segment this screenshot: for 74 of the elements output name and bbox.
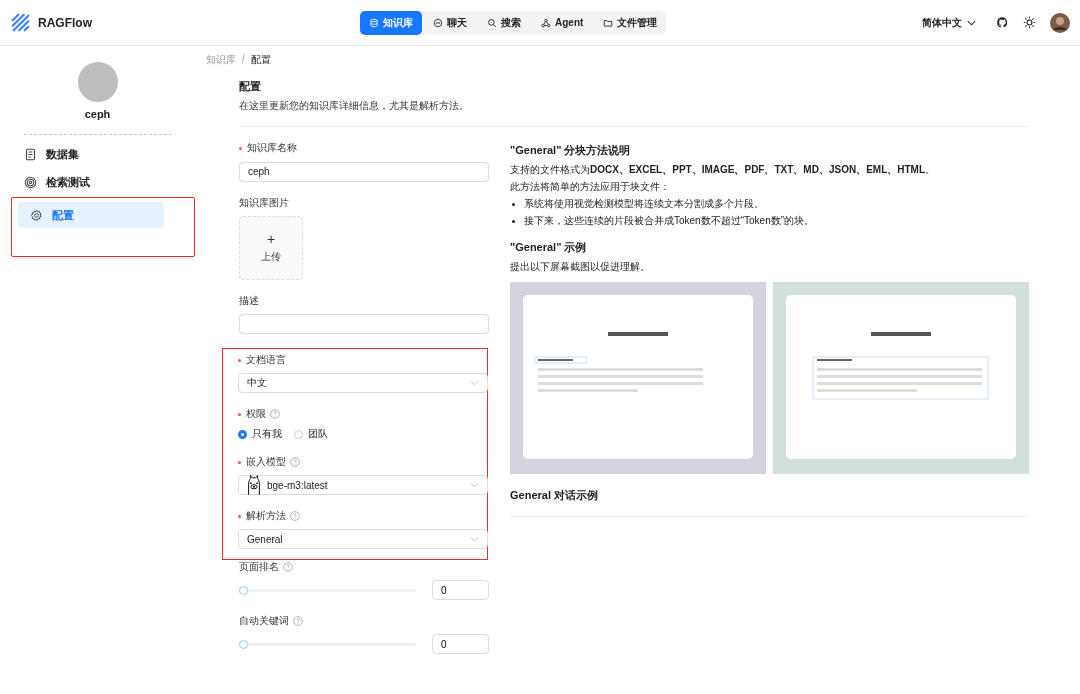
chevron-down-icon bbox=[470, 380, 479, 386]
required-mark-icon bbox=[238, 460, 241, 464]
nav-tab[interactable]: 文件管理 bbox=[594, 10, 667, 35]
llama-icon bbox=[245, 474, 263, 496]
required-mark-icon bbox=[238, 412, 241, 416]
nav-tab[interactable]: Agent bbox=[532, 10, 593, 35]
page-subtitle: 在这里更新您的知识库详细信息，尤其是解析方法。 bbox=[239, 99, 470, 113]
theme-sun-icon[interactable] bbox=[1023, 16, 1036, 29]
radio-option[interactable]: 只有我 bbox=[238, 427, 282, 441]
app-name: RAGFlow bbox=[38, 15, 92, 30]
page-title: 配置 bbox=[239, 79, 262, 94]
bullet-text: 系统将使用视觉检测模型将连续文本分割成多个片段。 bbox=[524, 197, 764, 211]
breadcrumb-separator: / bbox=[242, 53, 245, 66]
settings-icon bbox=[29, 208, 43, 222]
select-field[interactable]: bge-m3:latest bbox=[238, 475, 488, 495]
help-icon[interactable] bbox=[270, 409, 280, 419]
field-label: 知识库图片 bbox=[239, 195, 289, 210]
bullet-icon bbox=[512, 202, 515, 206]
text-field[interactable]: ceph bbox=[239, 161, 489, 182]
logo-icon bbox=[10, 11, 32, 34]
dataset-avatar bbox=[77, 62, 118, 102]
user-avatar[interactable] bbox=[1050, 12, 1070, 33]
radio-option[interactable]: 团队 bbox=[294, 427, 328, 441]
help-icon[interactable] bbox=[290, 511, 300, 521]
section-heading: "General" 分块方法说明 bbox=[510, 143, 632, 158]
method-text: 此方法将简单的方法应用于块文件： bbox=[510, 180, 671, 194]
select-field[interactable]: General bbox=[238, 529, 488, 549]
help-icon[interactable] bbox=[283, 562, 293, 572]
nodes-icon bbox=[541, 17, 551, 28]
slider[interactable] bbox=[239, 585, 416, 595]
bullet-text: 接下来，这些连续的片段被合并成Token数不超过“Token数”的块。 bbox=[524, 214, 815, 228]
section-heading: "General" 示例 bbox=[510, 240, 588, 255]
text-field[interactable] bbox=[239, 314, 489, 334]
database-icon bbox=[369, 17, 379, 28]
target-icon bbox=[23, 175, 37, 189]
language-selector[interactable]: 简体中文 bbox=[916, 14, 982, 31]
sidebar-item[interactable]: 检索测试 bbox=[11, 169, 159, 195]
field-label: 解析方法 bbox=[246, 509, 286, 523]
chevron-down-icon bbox=[470, 482, 479, 488]
select-field[interactable]: 中文 bbox=[238, 373, 488, 393]
nav-tab[interactable]: 知识库 bbox=[360, 10, 422, 35]
number-field[interactable]: 0 bbox=[432, 580, 489, 600]
format-text: 支持的文件格式为DOCX、EXCEL、PPT、IMAGE、PDF、TXT、MD、JSON、EML、HTML。 bbox=[510, 163, 936, 177]
chevron-down-icon bbox=[470, 536, 479, 542]
nav-tab[interactable]: 聊天 bbox=[424, 10, 476, 35]
number-field[interactable]: 0 bbox=[432, 634, 489, 654]
search-icon bbox=[487, 17, 497, 28]
folder-icon bbox=[603, 17, 614, 28]
nav-tab[interactable]: 搜索 bbox=[478, 10, 530, 35]
field-label: 文档语言 bbox=[246, 353, 286, 367]
help-icon[interactable] bbox=[293, 616, 303, 626]
breadcrumb-current: 配置 bbox=[250, 53, 271, 67]
required-mark-icon bbox=[238, 514, 241, 518]
example-text: 提出以下屏幕截图以促进理解。 bbox=[510, 260, 651, 274]
bullet-icon bbox=[512, 219, 515, 223]
chevron-down-icon bbox=[967, 19, 976, 26]
help-icon[interactable] bbox=[290, 457, 300, 467]
dataset-name: ceph bbox=[84, 108, 111, 120]
slider[interactable] bbox=[239, 639, 416, 649]
field-label: 权限 bbox=[246, 407, 266, 421]
field-label: 描述 bbox=[239, 293, 259, 308]
section-heading: General 对话示例 bbox=[510, 488, 600, 503]
upload-button[interactable]: + 上传 bbox=[239, 215, 303, 280]
chat-icon bbox=[433, 17, 443, 28]
field-label: 知识库名称 bbox=[247, 141, 297, 155]
field-label: 嵌入模型 bbox=[246, 455, 286, 469]
sidebar-item[interactable]: 配置 bbox=[17, 202, 164, 228]
required-mark-icon bbox=[238, 358, 241, 362]
field-label: 自动关键词 bbox=[239, 614, 289, 628]
field-label: 页面排名 bbox=[239, 560, 279, 574]
required-mark-icon bbox=[239, 146, 242, 150]
sidebar-item[interactable]: 数据集 bbox=[11, 141, 159, 167]
github-icon[interactable] bbox=[996, 16, 1009, 29]
document-icon bbox=[23, 147, 37, 161]
